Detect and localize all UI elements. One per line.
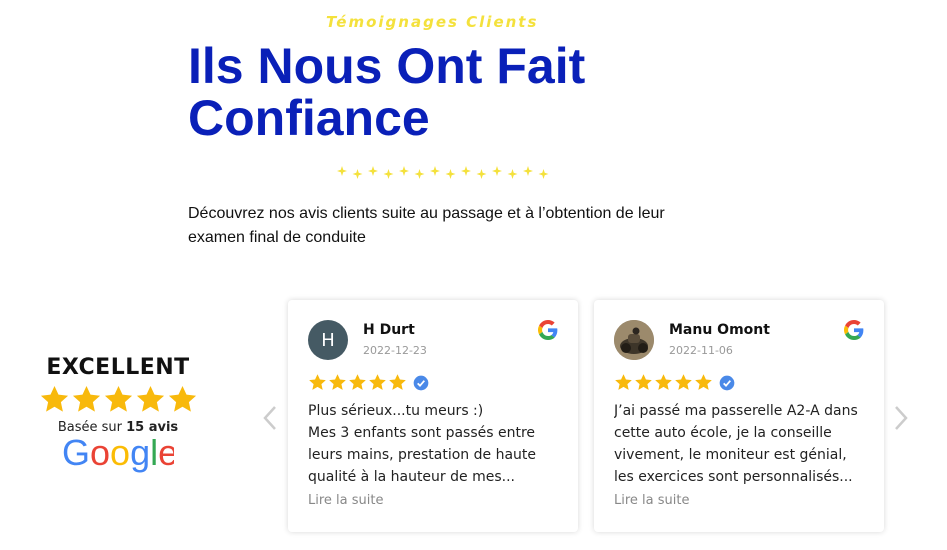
badge-stars — [38, 384, 198, 418]
avatar: H — [308, 320, 348, 360]
star-icon — [104, 385, 132, 412]
review-rating — [614, 373, 735, 392]
star-icon — [389, 374, 406, 390]
intro-text: Découvrez nos avis clients suite au pass… — [188, 205, 665, 246]
sparkle-icon — [507, 169, 518, 179]
chevron-left-icon[interactable] — [262, 404, 278, 432]
svg-text:Google: Google — [62, 435, 174, 473]
star-icon — [615, 374, 632, 390]
eyebrow-label: Témoignages Clients — [326, 13, 539, 31]
star-icon — [309, 374, 326, 390]
page-title: Ils Nous Ont Fait Confiance — [188, 38, 586, 146]
avatar — [614, 320, 654, 360]
sparkle-icon — [430, 166, 440, 176]
badge-rating-label: EXCELLENT — [46, 355, 190, 380]
review-card: H H Durt 2022-12-23 Plus sérieux...tu me… — [288, 300, 578, 532]
badge-review-count: 15 avis — [126, 420, 179, 435]
sparkle-icon — [461, 166, 471, 176]
google-logo: Google — [38, 435, 198, 473]
sparkle-icon — [352, 169, 363, 179]
verified-badge-icon — [719, 375, 735, 390]
rating-badge: EXCELLENT Basée sur 15 avis Google — [38, 355, 198, 473]
google-g-icon — [844, 320, 864, 340]
sparkle-icon — [337, 166, 347, 176]
chevron-right-icon[interactable] — [893, 404, 909, 432]
read-more-link[interactable]: Lire la suite — [614, 493, 689, 508]
star-icon — [695, 374, 712, 390]
star-icon — [635, 374, 652, 390]
badge-based-prefix: Basée sur — [57, 420, 122, 435]
sparkle-icon — [445, 169, 456, 179]
google-g-icon — [538, 320, 558, 340]
sparkle-icon — [368, 166, 378, 176]
star-icon — [72, 385, 100, 412]
review-text: J’ai passé ma passerelle A2-A dans cette… — [614, 403, 858, 485]
review-date: 2022-11-06 — [669, 344, 733, 357]
star-icon — [329, 374, 346, 390]
star-icon — [40, 385, 68, 412]
reviewer-name[interactable]: Manu Omont — [669, 322, 770, 338]
star-icon — [349, 374, 366, 390]
star-icon — [655, 374, 672, 390]
sparkle-icon — [383, 169, 394, 179]
sparkle-icon — [523, 166, 533, 176]
read-more-link[interactable]: Lire la suite — [308, 493, 383, 508]
review-date: 2022-12-23 — [363, 344, 427, 357]
review-text: Plus sérieux...tu meurs :) Mes 3 enfants… — [308, 403, 537, 485]
sparkle-icon — [492, 166, 502, 176]
sparkle-icon — [476, 169, 487, 179]
review-card: Manu Omont 2022-11-06 J’ai passé ma pass… — [594, 300, 884, 532]
google-wordmark-icon: Google — [62, 435, 174, 473]
review-rating — [308, 373, 429, 392]
avatar-photo-icon — [614, 320, 654, 360]
star-icon — [136, 385, 164, 412]
sparkle-divider — [337, 166, 549, 179]
sparkle-icon — [414, 169, 425, 179]
sparkle-icon — [538, 169, 549, 179]
star-icon — [369, 374, 386, 390]
star-icon — [675, 374, 692, 390]
sparkle-icon — [399, 166, 409, 176]
badge-based-on: Basée sur 15 avis — [38, 420, 198, 435]
verified-badge-icon — [413, 375, 429, 390]
reviewer-name[interactable]: H Durt — [363, 322, 415, 338]
star-icon — [168, 385, 196, 412]
